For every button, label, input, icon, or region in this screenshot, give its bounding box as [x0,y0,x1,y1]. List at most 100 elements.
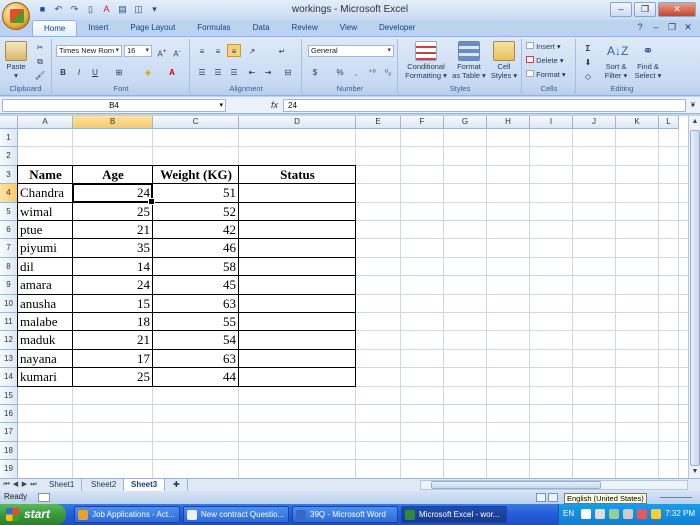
font-name-select[interactable]: Times New Rom [56,45,122,57]
network-tray-icon[interactable] [609,509,619,519]
ribbon-restore-icon[interactable]: ❐ [666,21,678,33]
shrink-font-icon[interactable]: A- [170,44,184,59]
scroll-up-icon[interactable]: ▲ [689,116,700,128]
scroll-down-icon[interactable]: ▼ [689,466,700,478]
delete-cells-button[interactable]: Delete ▾ [526,56,564,65]
table-cell[interactable]: 18 [73,313,153,331]
workbook-close-icon[interactable]: ✕ [682,21,694,33]
table-cell[interactable] [239,276,356,294]
keyboard-tray-icon[interactable] [595,509,605,519]
column-header[interactable]: K [616,116,659,129]
copy-icon[interactable]: ⧉ [33,54,47,67]
table-cell[interactable]: 51 [153,184,239,202]
row-header[interactable]: 7 [0,239,18,258]
row-header[interactable]: 15 [0,386,18,405]
help-icon[interactable]: ? [634,21,646,33]
macro-record-icon[interactable] [38,493,50,502]
column-header[interactable]: F [401,116,444,129]
tab-data[interactable]: Data [242,20,281,37]
row-header[interactable]: 16 [0,405,18,424]
increase-indent-icon[interactable]: ⇥ [261,65,275,78]
office-button[interactable] [2,2,30,30]
italic-button[interactable]: I [72,65,86,78]
row-header[interactable]: 6 [0,221,18,240]
table-header-cell[interactable]: Weight (KG) [153,166,239,184]
underline-button[interactable]: U [88,65,102,78]
table-header-cell[interactable]: Status [239,166,356,184]
insert-function-icon[interactable]: fx [229,99,281,112]
table-cell[interactable]: anusha [18,295,73,313]
align-middle-icon[interactable]: ≡ [211,44,225,57]
table-cell[interactable]: 35 [73,239,153,257]
table-cell[interactable]: kumari [18,368,73,386]
table-cell[interactable]: 15 [73,295,153,313]
cell-styles-button[interactable]: Cell Styles ▾ [488,41,520,80]
align-top-icon[interactable]: ≡ [195,44,209,57]
page-layout-view-icon[interactable] [548,493,558,502]
volume-tray-icon[interactable] [623,509,633,519]
column-header[interactable]: E [356,116,401,129]
table-cell[interactable]: 63 [153,350,239,368]
name-box[interactable]: B4 ▾ [2,99,226,112]
row-header[interactable]: 11 [0,313,18,332]
row-header[interactable]: 2 [0,147,18,166]
comma-style-icon[interactable]: , [349,65,363,78]
start-button[interactable]: start [0,504,66,525]
bold-button[interactable]: B [56,65,70,78]
table-cell[interactable]: wimal [18,203,73,221]
table-cell[interactable]: 45 [153,276,239,294]
table-cell[interactable] [239,295,356,313]
column-header[interactable]: H [487,116,530,129]
taskbar-item[interactable]: Job Applications - Act... [74,506,180,523]
expand-formula-bar-icon[interactable]: ¥ [688,99,698,112]
taskbar-item[interactable]: 39Q - Microsoft Word [292,506,398,523]
sheet-tab-sheet1[interactable]: Sheet1 [42,479,83,491]
row-header[interactable]: 8 [0,257,18,277]
format-cells-button[interactable]: Format ▾ [526,70,566,79]
sheet-tab-sheet3[interactable]: Sheet3 [124,479,166,491]
taskbar-item-active[interactable]: Microsoft Excel - wor... [401,506,507,523]
table-cell[interactable]: 24 [73,276,153,294]
row-header[interactable]: 17 [0,423,18,442]
chevron-down-icon[interactable]: ▾ [219,100,223,111]
row-header[interactable]: 3 [0,165,18,185]
worksheet-grid[interactable]: A B C D E F G H I J K L 1 2 3 4 5 6 7 8 9 10 11 12 13 14 15 16 17 18 1… [0,116,688,478]
tab-formulas[interactable]: Formulas [186,20,241,37]
row-header[interactable]: 5 [0,202,18,221]
language-indicator[interactable]: EN [563,509,574,518]
row-header[interactable]: 18 [0,441,18,461]
font-color-icon[interactable]: A [165,65,179,78]
table-cell[interactable] [239,258,356,276]
table-header-cell[interactable]: Name [18,166,73,184]
tab-insert[interactable]: Insert [77,20,119,37]
merge-center-icon[interactable]: ⊟ [281,65,295,78]
column-header[interactable]: G [444,116,487,129]
tab-review[interactable]: Review [281,20,329,37]
hscroll-thumb[interactable] [431,481,601,489]
number-format-select[interactable]: General [308,45,394,57]
select-all-corner[interactable] [0,116,18,129]
row-header[interactable]: 10 [0,294,18,313]
column-header[interactable]: I [530,116,573,129]
column-header[interactable]: A [18,116,73,129]
borders-icon[interactable]: ⊞ [112,65,126,78]
table-cell[interactable]: 58 [153,258,239,276]
vertical-scrollbar[interactable]: ▲ ▼ [688,116,700,478]
percent-icon[interactable]: % [333,65,347,78]
next-sheet-icon[interactable]: ▶ [20,479,29,491]
table-cell[interactable]: 21 [73,221,153,239]
autosum-icon[interactable]: Σ [581,41,595,54]
table-cell[interactable]: 42 [153,221,239,239]
table-header-cell[interactable]: Age [73,166,153,184]
tab-page-layout[interactable]: Page Layout [119,20,186,37]
table-cell[interactable]: 55 [153,313,239,331]
cut-icon[interactable]: ✂ [33,40,47,53]
grow-font-icon[interactable]: A+ [155,44,169,59]
decrease-indent-icon[interactable]: ⇤ [245,65,259,78]
column-header[interactable]: B [73,116,153,129]
increase-decimal-icon[interactable]: ⁺⁰ [365,65,379,78]
tab-home[interactable]: Home [32,20,78,37]
table-cell[interactable]: 17 [73,350,153,368]
table-cell[interactable]: 21 [73,331,153,349]
minimize-button[interactable]: – [610,2,632,17]
